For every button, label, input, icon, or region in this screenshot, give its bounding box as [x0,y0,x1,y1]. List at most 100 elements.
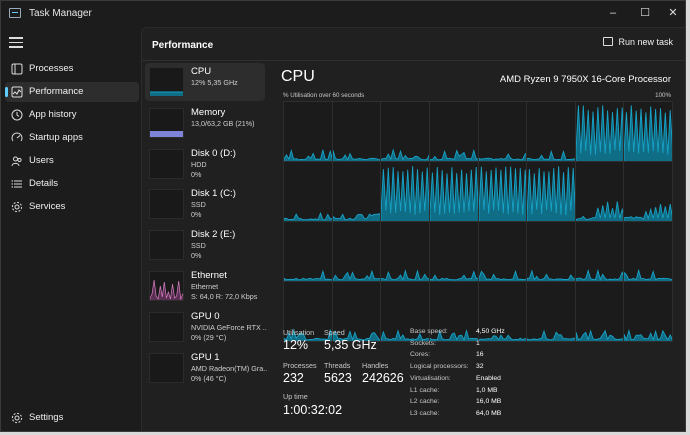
hamburger-menu-icon[interactable] [9,37,23,49]
device-item-gpu-1[interactable]: GPU 1 AMD Radeon(TM) Gra... 0% (46 °C) [145,349,267,387]
device-name: Ethernet [191,270,227,281]
gpu-thumbnail-graph [149,352,184,383]
logical-processor-graph [283,101,333,162]
nav-item-settings[interactable]: Settings [5,408,139,428]
disk-thumbnail-graph [149,148,184,179]
ethernet-thumbnail-graph [149,271,184,301]
logical-processor-graph [574,221,625,282]
spec-label: Virtualisation: [410,374,451,382]
logical-processor-graph [574,101,625,162]
spec-value: 16 [476,351,484,359]
device-detail: NVIDIA GeForce RTX ... [191,322,267,332]
device-detail: SSD [191,241,206,251]
device-item-cpu[interactable]: CPU 12% 5,35 GHz [145,63,265,101]
processes-label: Processes [283,361,317,370]
nav-item-services[interactable]: Services [5,197,139,217]
device-item-disk-1-c[interactable]: Disk 1 (C:) SSD 0% [145,185,265,223]
logical-processor-graph [526,221,576,282]
logical-processor-graph [623,161,673,222]
nav-label: Services [29,201,66,212]
header-divider [142,60,685,61]
spec-value: 32 [476,363,484,371]
handles-value: 242626 [362,371,404,385]
navigation-pane: Processes Performance App history Startu… [1,27,141,431]
maximize-button[interactable]: ☐ [633,4,657,22]
spec-label: Base speed: [410,328,448,335]
device-name: Disk 2 (E:) [191,229,236,241]
logical-processor-graph [623,101,673,162]
close-button[interactable]: ✕ [661,4,685,22]
spec-label: Cores: [410,351,431,359]
startup-apps-icon [11,132,23,142]
nav-label: Startup apps [29,132,83,143]
nav-label: Processes [29,63,74,74]
device-detail: Ethernet [191,282,219,291]
task-manager-icon [9,8,21,18]
window-title: Task Manager [29,8,92,19]
spec-label: L2 cache: [410,398,440,406]
device-detail: 0% (29 °C) [191,332,227,342]
nav-item-users[interactable]: Users [5,151,139,171]
logical-processor-graph [477,221,528,282]
logical-processor-graph [380,161,430,222]
threads-value: 5623 [324,371,352,385]
logical-processor-graph [574,281,625,342]
details-icon [11,180,22,188]
device-name: GPU 1 [191,351,220,363]
nav-item-startup-apps[interactable]: Startup apps [5,128,139,148]
spec-label: Sockets: [410,339,437,347]
task-manager-window: Task Manager – ☐ ✕ Processes Performance… [0,0,686,432]
logical-processor-graph [526,101,576,162]
graph-max-label: 100% [655,92,671,99]
title-bar[interactable]: Task Manager – ☐ ✕ [1,1,685,27]
run-new-task-button[interactable]: Run new task [603,37,673,53]
graph-caption: % Utilisation over 60 seconds [283,92,365,99]
nav-item-performance[interactable]: Performance [5,82,139,102]
performance-panel: Performance Run new task CPU 12% 5,35 GHz… [141,27,685,431]
device-item-ethernet[interactable]: Ethernet Ethernet S: 64,0 R: 72,0 Kbps [145,267,265,305]
utilisation-value: 12% [283,338,309,352]
uptime-label: Up time [283,392,308,401]
logical-processor-graph [428,221,479,282]
processes-icon [11,63,23,75]
spec-value: 4,50 GHz [476,328,505,335]
device-item-gpu-0[interactable]: GPU 0 NVIDIA GeForce RTX ... 0% (29 °C) [145,308,267,346]
nav-item-app-history[interactable]: App history [5,105,139,125]
speed-label: Speed [324,328,345,337]
spec-value: 1,0 MB [476,386,498,394]
logical-processor-graph [477,161,528,222]
processes-value: 232 [283,371,304,385]
logical-processor-graph [380,221,430,282]
page-title: Performance [152,40,214,51]
logical-processor-graph [526,281,576,342]
device-detail: 0% [191,169,202,179]
device-item-memory[interactable]: Memory 13,0/63,2 GB (21%) [145,104,265,142]
spec-value: Enabled [476,374,501,382]
device-detail: 0% (46 °C) [191,373,227,383]
spec-value: 64,0 MB [476,409,502,417]
spec-value: 1 [476,339,480,347]
device-detail: AMD Radeon(TM) Gra... [191,363,267,373]
logical-processor-graph [331,161,382,222]
device-name: Memory [191,106,226,118]
spec-label: L3 cache: [410,409,440,417]
device-name: CPU [191,66,212,77]
nav-label: App history [29,109,77,120]
minimize-button[interactable]: – [601,4,625,22]
device-name: Disk 1 (C:) [191,188,236,200]
logical-processor-graph [574,161,625,222]
logical-processor-graph [428,161,479,222]
app-history-icon [11,109,23,121]
disk-thumbnail-graph [149,230,184,261]
device-item-disk-2-e[interactable]: Disk 2 (E:) SSD 0% [145,226,265,264]
logical-processor-graphs [283,101,673,342]
device-item-disk-0-d[interactable]: Disk 0 (D:) HDD 0% [145,145,265,183]
device-detail: HDD [191,159,207,169]
logical-processor-graph [526,161,576,222]
run-new-task-label: Run new task [618,37,673,47]
utilisation-label: Utilisation [283,328,315,337]
nav-item-details[interactable]: Details [5,174,139,194]
nav-label: Users [29,155,54,166]
nav-item-processes[interactable]: Processes [5,59,139,79]
nav-label: Details [29,178,59,189]
